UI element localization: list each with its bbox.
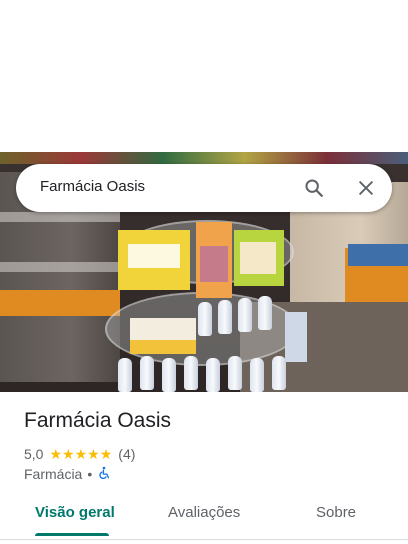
rating-row[interactable]: 5,0 ★ ★ ★ ★ ★ (4) [24, 445, 135, 463]
tab-overview[interactable]: Visão geral [35, 504, 115, 521]
photo-bottle [218, 300, 232, 334]
photo-product-label [128, 244, 180, 268]
review-count[interactable]: (4) [118, 446, 135, 462]
photo-bottle [228, 356, 242, 390]
star-icon: ★ [74, 446, 88, 462]
place-category: Farmácia [24, 466, 83, 482]
star-icon: ★ [87, 446, 100, 462]
photo-product-image [200, 246, 228, 282]
photo-bottle [206, 358, 220, 392]
photo-bottle [250, 358, 264, 392]
photo-product-label [240, 242, 276, 274]
photo-bottle [162, 358, 176, 392]
place-title: Farmácia Oasis [24, 409, 172, 432]
photo-bottle [184, 356, 198, 390]
search-icon[interactable] [300, 174, 328, 202]
photo-bottle [140, 356, 154, 390]
active-tab-indicator [35, 533, 109, 536]
separator-dot: • [87, 466, 93, 482]
photo-shelf-band [0, 212, 120, 222]
map-blank-area [0, 0, 408, 152]
photo-bottle [198, 302, 212, 336]
tab-bar: Visão geral Avaliações Sobre [0, 496, 408, 540]
tab-about[interactable]: Sobre [316, 504, 356, 521]
photo-counter-left [0, 290, 120, 316]
photo-bottle [238, 298, 252, 332]
rating-stars: ★ ★ ★ ★ ★ [49, 447, 112, 461]
photo-shelf-top [0, 152, 408, 164]
star-icon: ★ [99, 446, 113, 462]
wheelchair-icon [97, 466, 111, 483]
photo-bottle [118, 358, 132, 392]
tab-divider [0, 539, 408, 540]
photo-shelf-band [0, 262, 120, 272]
tab-reviews[interactable]: Avaliações [168, 504, 240, 521]
star-icon: ★ [49, 446, 63, 462]
category-row: Farmácia • [24, 465, 111, 483]
photo-product-stripe [130, 340, 196, 354]
photo-product-box [285, 312, 307, 362]
rating-value: 5,0 [24, 446, 44, 462]
photo-bottle [272, 356, 286, 390]
close-icon[interactable] [352, 174, 380, 202]
search-bar[interactable]: Farmácia Oasis [16, 164, 392, 212]
photo-product-box [348, 244, 408, 266]
photo-bottle [258, 296, 272, 330]
star-icon: ★ [62, 446, 75, 462]
search-input[interactable]: Farmácia Oasis [40, 178, 145, 195]
